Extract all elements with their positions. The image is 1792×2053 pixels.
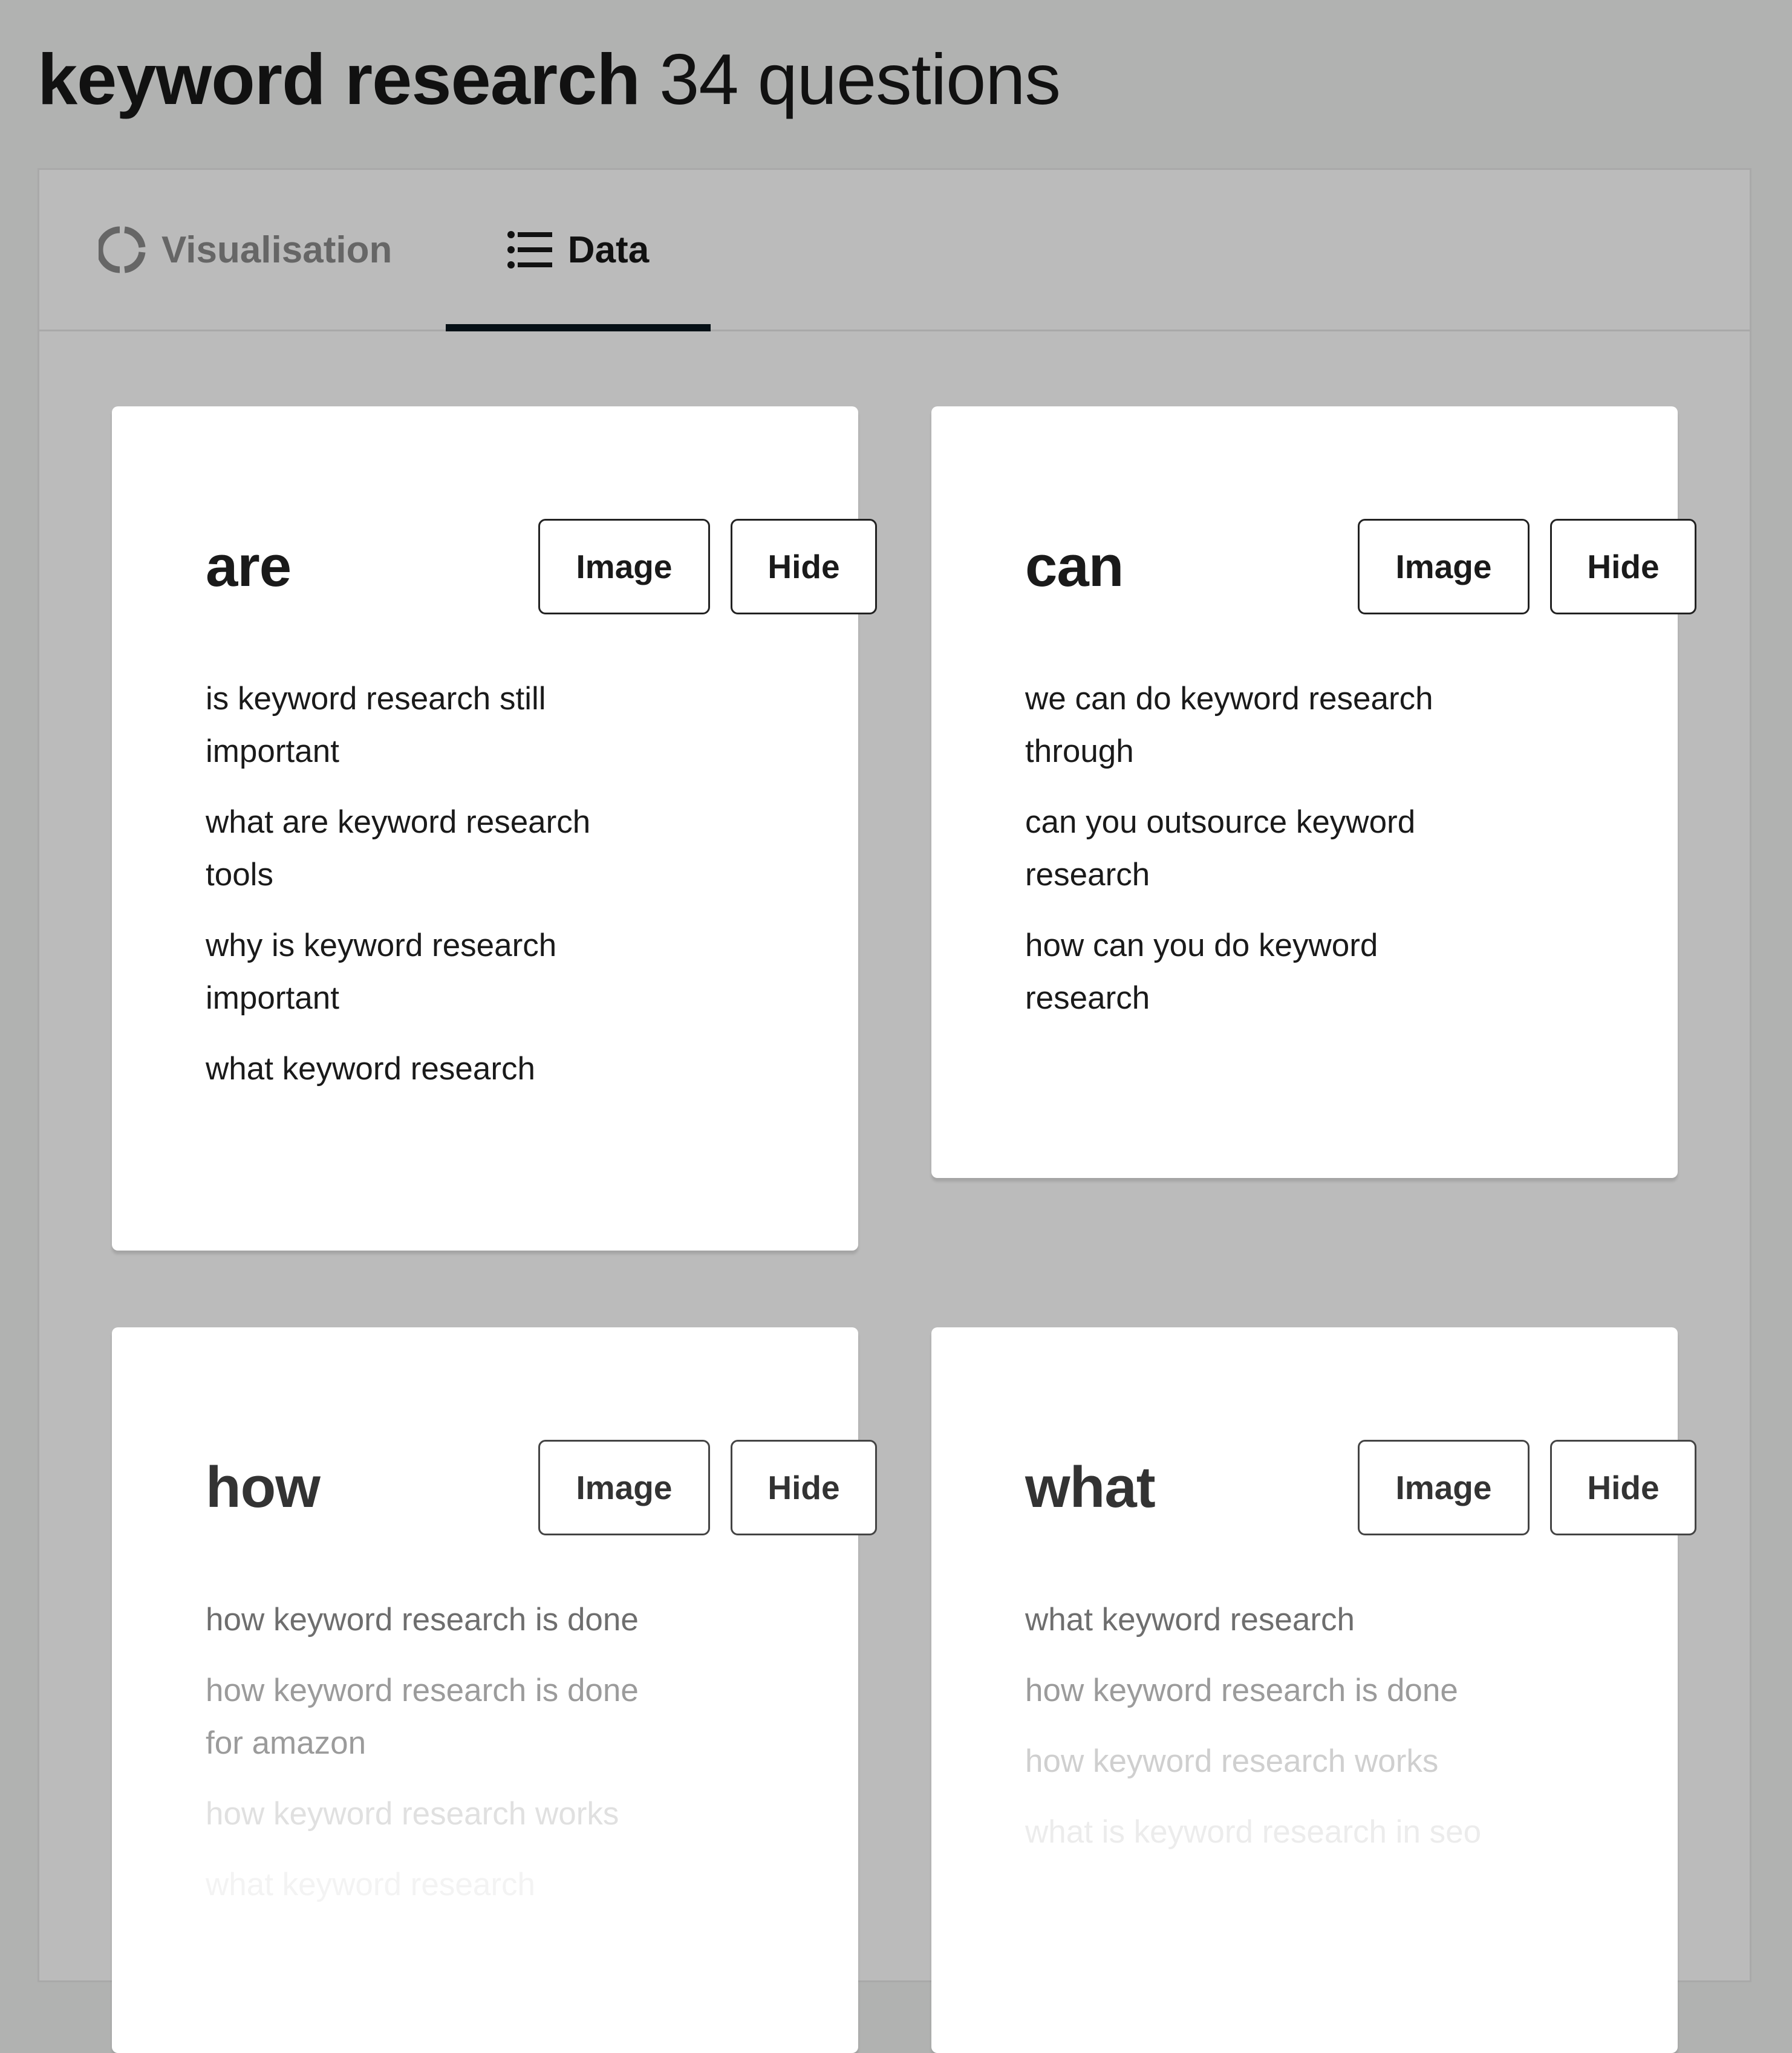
question-item[interactable]: what keyword research	[206, 1858, 677, 1911]
card-header: are Image Hide	[206, 519, 877, 614]
question-item[interactable]: what keyword research	[206, 1043, 641, 1095]
question-item[interactable]: how keyword research works	[206, 1788, 677, 1840]
question-list: what keyword research how keyword resear…	[1025, 1593, 1497, 1876]
question-count: 34 questions	[659, 39, 1061, 120]
hide-button[interactable]: Hide	[731, 519, 877, 614]
hide-button[interactable]: Hide	[731, 1440, 877, 1535]
card-header: what Image Hide	[1025, 1440, 1696, 1535]
image-button[interactable]: Image	[538, 519, 710, 614]
hide-button[interactable]: Hide	[1550, 519, 1696, 614]
list-icon	[507, 231, 552, 268]
keyword-title: keyword research	[37, 39, 640, 120]
question-item[interactable]: how keyword research is done	[206, 1593, 677, 1646]
question-item[interactable]: what are keyword research tools	[206, 796, 641, 901]
tab-visualisation-label: Visualisation	[161, 229, 393, 271]
question-list: how keyword research is done how keyword…	[206, 1593, 677, 1929]
circle-segments-icon	[99, 226, 146, 273]
image-button[interactable]: Image	[538, 1440, 710, 1535]
card-header: how Image Hide	[206, 1440, 877, 1535]
question-item[interactable]: we can do keyword research through	[1025, 672, 1485, 778]
card-title: what	[1025, 1455, 1156, 1520]
question-item[interactable]: how can you do keyword research	[1025, 919, 1485, 1024]
question-item[interactable]: what is keyword research in seo	[1025, 1806, 1497, 1858]
image-button[interactable]: Image	[1358, 1440, 1530, 1535]
card-title: how	[206, 1455, 321, 1520]
question-item[interactable]: what keyword research	[1025, 1593, 1497, 1646]
question-card-are: are Image Hide is keyword research still…	[112, 406, 877, 1251]
question-item[interactable]: can you outsource keyword research	[1025, 796, 1485, 901]
card-title: are	[206, 534, 292, 599]
question-list: is keyword research still important what…	[206, 672, 641, 1113]
image-button[interactable]: Image	[1358, 519, 1530, 614]
question-card-what: what Image Hide what keyword research ho…	[931, 1327, 1696, 2053]
card-header: can Image Hide	[1025, 519, 1696, 614]
hide-button[interactable]: Hide	[1550, 1440, 1696, 1535]
question-item[interactable]: is keyword research still important	[206, 672, 641, 778]
page-title: keyword research 34 questions	[37, 31, 1061, 128]
question-card-how: how Image Hide how keyword research is d…	[112, 1327, 877, 2053]
tab-data-label: Data	[567, 229, 650, 271]
question-list: we can do keyword research through can y…	[1025, 672, 1485, 1043]
question-item[interactable]: how keyword research works	[1025, 1735, 1497, 1788]
question-item[interactable]: how keyword research is done	[1025, 1664, 1497, 1717]
tab-data[interactable]: Data	[446, 170, 711, 331]
question-card-can: can Image Hide we can do keyword researc…	[931, 406, 1696, 1178]
tab-bar: Visualisation Data	[39, 170, 1750, 331]
tab-visualisation[interactable]: Visualisation	[99, 170, 392, 330]
question-item[interactable]: how keyword research is done for amazon	[206, 1664, 677, 1769]
card-title: can	[1025, 534, 1124, 599]
question-item[interactable]: why is keyword research important	[206, 919, 641, 1024]
